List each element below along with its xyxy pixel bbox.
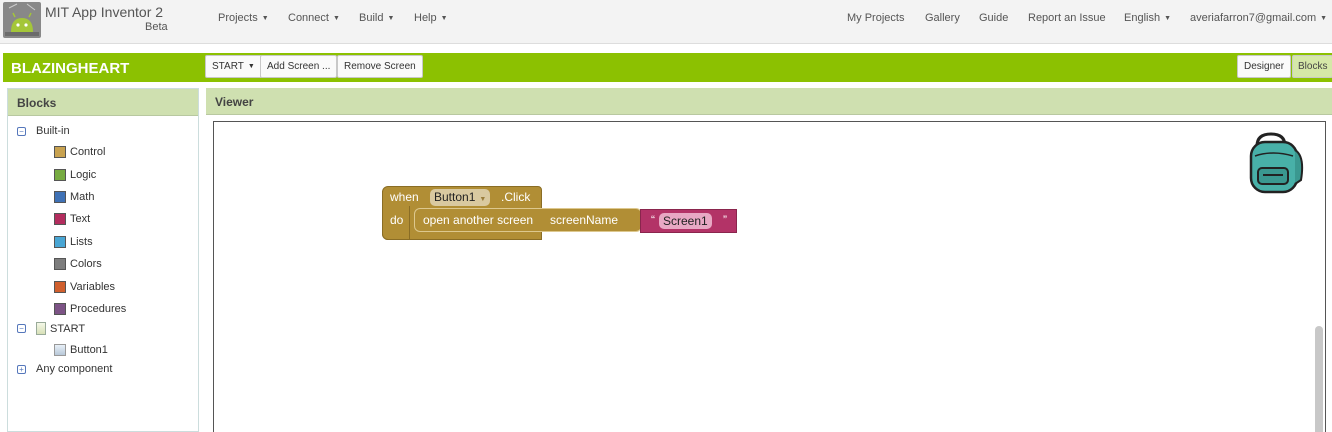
swatch-icon xyxy=(54,236,66,248)
text-string-block[interactable]: “ Screen1 ” xyxy=(640,209,737,233)
designer-button[interactable]: Designer xyxy=(1237,55,1292,78)
chevron-down-icon: ▼ xyxy=(1320,15,1328,22)
blocks-panel-title: Blocks xyxy=(8,89,198,116)
string-value-field[interactable]: Screen1 xyxy=(659,213,712,229)
drawer-variables[interactable]: Variables xyxy=(54,281,115,293)
menu-language[interactable]: English ▼ xyxy=(1124,12,1171,24)
add-screen-button[interactable]: Add Screen ... xyxy=(260,55,338,78)
menu-report-issue[interactable]: Report an Issue xyxy=(1028,12,1106,24)
drawer-math[interactable]: Math xyxy=(54,191,94,203)
menu-projects[interactable]: Projects ▼ xyxy=(218,12,269,24)
tree-screen-start[interactable]: − START xyxy=(17,322,85,335)
app-title: MIT App Inventor 2 xyxy=(45,4,164,20)
swatch-icon xyxy=(54,303,66,315)
tree-any-component[interactable]: + Any component xyxy=(17,363,112,375)
when-label: when xyxy=(390,190,419,204)
screen-select-button[interactable]: START ▼ xyxy=(205,55,262,78)
blocks-button[interactable]: Blocks xyxy=(1292,55,1332,78)
top-navbar: MIT App Inventor 2 Beta Projects ▼ Connec… xyxy=(0,0,1332,44)
app-beta-label: Beta xyxy=(145,21,168,33)
blocks-panel: Blocks − Built-in Control Logic Math Tex… xyxy=(7,88,199,432)
expand-icon[interactable]: + xyxy=(17,364,26,374)
close-quote: ” xyxy=(723,213,727,227)
drawer-colors[interactable]: Colors xyxy=(54,258,102,270)
chevron-down-icon: ▼ xyxy=(1164,15,1172,22)
chevron-down-icon: ▼ xyxy=(387,15,395,22)
viewer-panel: Viewer when Button1 ▼ .Click do open anot… xyxy=(206,88,1332,432)
swatch-icon xyxy=(54,213,66,225)
screen-icon xyxy=(36,322,46,335)
swatch-icon xyxy=(54,281,66,293)
remove-screen-button[interactable]: Remove Screen xyxy=(337,55,423,78)
swatch-icon xyxy=(54,191,66,203)
screen-name-param-label: screenName xyxy=(550,213,619,227)
open-screen-label: open another screen xyxy=(423,213,534,227)
collapse-icon[interactable]: − xyxy=(17,324,26,333)
menu-help[interactable]: Help ▼ xyxy=(414,12,448,24)
menu-user-account[interactable]: averiafarron7@gmail.com ▼ xyxy=(1190,12,1327,24)
blocks-workspace[interactable]: when Button1 ▼ .Click do open another scr… xyxy=(213,121,1326,432)
do-label: do xyxy=(390,213,404,227)
chevron-down-icon: ▼ xyxy=(440,15,448,22)
android-robot-icon[interactable] xyxy=(3,2,41,38)
project-toolbar: BLAZINGHEART START ▼ Add Screen ... Remov… xyxy=(3,53,1332,82)
open-quote: “ xyxy=(651,213,655,227)
event-name-label: .Click xyxy=(501,190,531,204)
chevron-down-icon: ▼ xyxy=(332,15,340,22)
swatch-icon xyxy=(54,169,66,181)
menu-guide[interactable]: Guide xyxy=(979,12,1008,24)
viewer-title: Viewer xyxy=(206,88,1332,115)
tree-builtin[interactable]: − Built-in xyxy=(17,125,70,137)
swatch-icon xyxy=(54,146,66,158)
tree-button1[interactable]: Button1 xyxy=(54,344,108,356)
menu-gallery[interactable]: Gallery xyxy=(925,12,960,24)
drawer-control[interactable]: Control xyxy=(54,146,105,158)
button-component-icon xyxy=(54,344,66,356)
component-dropdown[interactable]: Button1 ▼ xyxy=(430,189,491,206)
project-name: BLAZINGHEART xyxy=(11,60,130,77)
menu-my-projects[interactable]: My Projects xyxy=(847,12,904,24)
chevron-down-icon: ▼ xyxy=(247,63,255,70)
drawer-lists[interactable]: Lists xyxy=(54,236,93,248)
swatch-icon xyxy=(54,258,66,270)
menu-connect[interactable]: Connect ▼ xyxy=(288,12,340,24)
backpack-icon[interactable] xyxy=(1243,132,1305,196)
drawer-logic[interactable]: Logic xyxy=(54,169,96,181)
chevron-down-icon: ▼ xyxy=(479,196,487,203)
drawer-procedures[interactable]: Procedures xyxy=(54,303,126,315)
vertical-scrollbar[interactable] xyxy=(1315,326,1323,432)
chevron-down-icon: ▼ xyxy=(261,15,269,22)
menu-build[interactable]: Build ▼ xyxy=(359,12,394,24)
collapse-icon[interactable]: − xyxy=(17,126,26,136)
open-another-screen-block[interactable]: open another screen screenName xyxy=(414,208,642,232)
drawer-text[interactable]: Text xyxy=(54,213,90,225)
